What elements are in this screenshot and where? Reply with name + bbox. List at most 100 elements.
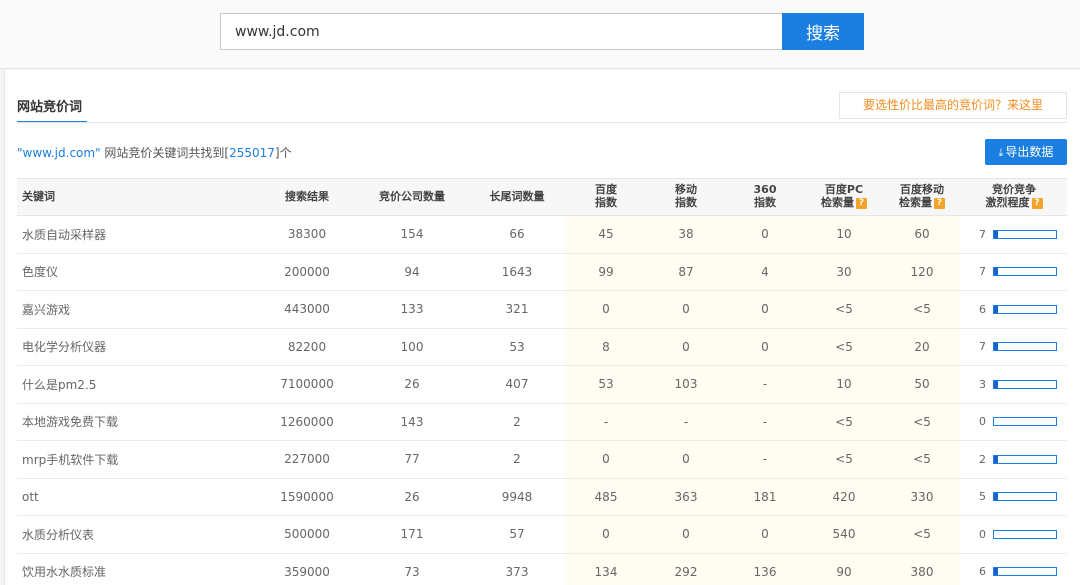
cell-companies: 73: [355, 553, 469, 585]
cell-mobile: 0: [647, 290, 725, 329]
cell-s360: 4: [725, 253, 805, 291]
table-row: 嘉兴游戏 443000 133 321 0 0 0 <5 <5 6: [17, 290, 1067, 329]
cell-mob: 50: [883, 365, 961, 404]
competition-bar: [993, 417, 1057, 427]
cell-competition: 0: [961, 515, 1067, 554]
cell-s360: -: [725, 365, 805, 404]
cell-keyword[interactable]: 电化学分析仪器: [17, 328, 259, 366]
competition-bar: [993, 567, 1057, 577]
help-icon[interactable]: ?: [856, 197, 867, 209]
cell-results: 1590000: [259, 478, 355, 516]
table-row: 色度仪 200000 94 1643 99 87 4 30 120 7: [17, 253, 1067, 291]
cell-results: 1260000: [259, 403, 355, 441]
cell-companies: 133: [355, 290, 469, 329]
cell-competition: 6: [961, 290, 1067, 329]
column-header-longtail-count: 长尾词数量: [469, 178, 565, 216]
cell-keyword[interactable]: mrp手机软件下载: [17, 440, 259, 479]
column-header-bid-companies: 竞价公司数量: [355, 178, 469, 216]
download-icon: ⤓: [998, 146, 1004, 159]
cell-companies: 94: [355, 253, 469, 291]
competition-bar: [993, 342, 1057, 352]
competition-bar: [993, 229, 1057, 239]
cell-competition: 7: [961, 253, 1067, 291]
column-header-baidu-pc-volume: 百度PC 检索量?: [805, 178, 883, 216]
cell-competition: 5: [961, 478, 1067, 516]
cell-longtail: 407: [469, 365, 565, 404]
cell-pc: 10: [805, 215, 883, 254]
cell-baidu: 0: [565, 515, 647, 554]
cell-longtail: 2: [469, 403, 565, 441]
column-header-baidu-mobile-volume: 百度移动 检索量?: [883, 178, 961, 216]
cell-pc: 540: [805, 515, 883, 554]
cell-baidu: -: [565, 403, 647, 441]
cell-longtail: 57: [469, 515, 565, 554]
cell-keyword[interactable]: 色度仪: [17, 253, 259, 291]
header-label: 竞价竞争: [992, 183, 1036, 197]
competition-value: 0: [979, 527, 986, 541]
cell-longtail: 2: [469, 440, 565, 479]
header-label-line2: 激烈程度: [985, 196, 1030, 209]
cell-results: 7100000: [259, 365, 355, 404]
header-label: 百度: [595, 183, 617, 197]
cell-keyword[interactable]: 饮用水水质标准: [17, 553, 259, 585]
summary-domain: "www.jd.com": [17, 146, 101, 160]
competition-bar-fill: [994, 343, 998, 351]
cell-mob: 20: [883, 328, 961, 366]
cell-keyword[interactable]: 本地游戏免费下载: [17, 403, 259, 441]
search-bar: 搜索: [0, 0, 1080, 69]
cell-results: 443000: [259, 290, 355, 329]
cell-mobile: -: [647, 403, 725, 441]
cell-s360: 0: [725, 328, 805, 366]
cell-baidu: 53: [565, 365, 647, 404]
competition-bar: [993, 454, 1057, 464]
cell-results: 38300: [259, 215, 355, 254]
cell-longtail: 321: [469, 290, 565, 329]
cell-keyword[interactable]: 水质分析仪表: [17, 515, 259, 554]
cell-keyword[interactable]: 水质自动采样器: [17, 215, 259, 254]
cell-longtail: 9948: [469, 478, 565, 516]
cell-s360: -: [725, 440, 805, 479]
competition-bar-fill: [994, 455, 998, 463]
cell-baidu: 99: [565, 253, 647, 291]
help-icon[interactable]: ?: [1031, 197, 1043, 209]
cell-baidu: 8: [565, 328, 647, 366]
cell-s360: 136: [725, 553, 805, 585]
competition-bar: [993, 304, 1057, 314]
cell-competition: 0: [961, 403, 1067, 441]
header-label: 长尾词数量: [489, 189, 545, 203]
search-button[interactable]: 搜索: [782, 13, 864, 50]
cell-companies: 77: [355, 440, 469, 479]
export-data-button[interactable]: ⤓ 导出数据: [985, 139, 1067, 165]
table-row: 本地游戏免费下载 1260000 143 2- - - <5 <5 0: [17, 403, 1067, 441]
cell-pc: <5: [805, 290, 883, 329]
cell-mobile: 87: [647, 253, 725, 291]
cell-pc: 90: [805, 553, 883, 585]
competition-bar: [993, 529, 1057, 539]
tab-divider: [17, 122, 1067, 123]
cell-longtail: 53: [469, 328, 565, 366]
header-label: 360: [753, 183, 777, 197]
cell-keyword[interactable]: 什么是pm2.5: [17, 365, 259, 404]
summary-count: 255017: [229, 146, 275, 160]
cell-competition: 7: [961, 328, 1067, 366]
column-header-mobile-index: 移动 指数: [647, 178, 725, 216]
competition-value: 6: [979, 302, 986, 316]
promo-link[interactable]: 要选性价比最高的竞价词？来这里: [839, 92, 1067, 119]
header-label: 搜索结果: [285, 189, 329, 203]
tab-website-keywords[interactable]: 网站竞价词: [17, 96, 82, 115]
result-summary: "www.jd.com" 网站竞价关键词共找到[255017]个: [17, 144, 292, 161]
cell-keyword[interactable]: 嘉兴游戏: [17, 290, 259, 329]
cell-results: 82200: [259, 328, 355, 366]
cell-keyword[interactable]: ott: [17, 478, 259, 516]
search-input[interactable]: [220, 13, 783, 50]
cell-competition: 2: [961, 440, 1067, 479]
cell-competition: 6: [961, 553, 1067, 585]
results-panel: 网站竞价词 要选性价比最高的竞价词？来这里 "www.jd.com" 网站竞价关…: [4, 70, 1080, 585]
summary-middle: 网站竞价关键词共找到[: [100, 146, 230, 160]
help-icon[interactable]: ?: [934, 197, 945, 209]
cell-results: 359000: [259, 553, 355, 585]
cell-mobile: 0: [647, 440, 725, 479]
cell-s360: 0: [725, 515, 805, 554]
table-row: 水质自动采样器 38300 154 66 45 38 0 10 60 7: [17, 215, 1067, 254]
table-body: 水质自动采样器 38300 154 66 45 38 0 10 60 7 色度仪 200000 94 16…: [17, 215, 1067, 585]
